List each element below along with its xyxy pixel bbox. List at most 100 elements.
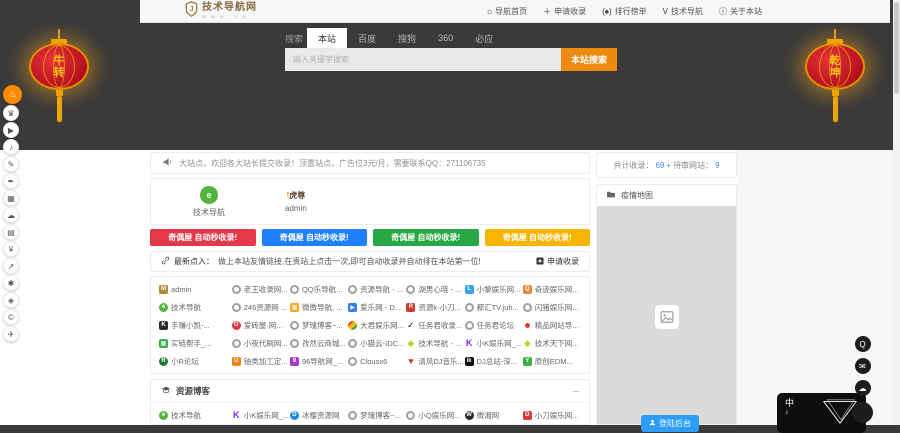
- file-icon[interactable]: ▤: [3, 224, 19, 240]
- site-link[interactable]: 老王收录网...: [232, 281, 290, 298]
- site-link-label: 资源k-小刀...: [418, 302, 461, 313]
- site-link-label: 爱砖屋·网...: [244, 320, 283, 331]
- site-link[interactable]: Y原创EDM...: [523, 353, 581, 370]
- collapse-button[interactable]: ─: [573, 386, 579, 396]
- search-button[interactable]: 本站搜索: [561, 48, 617, 71]
- promo-banner-4[interactable]: 奇偶屋 自动秒收录!: [485, 229, 591, 246]
- site-link[interactable]: ▦实链帮手_...: [159, 335, 232, 352]
- site-favicon: O: [232, 321, 241, 330]
- nav-tech[interactable]: V技术导航: [663, 6, 703, 17]
- hat-icon[interactable]: ♛: [3, 105, 19, 121]
- blank-circle-button[interactable]: [852, 402, 873, 423]
- featured-site-label: 技术导航: [193, 207, 225, 218]
- site-link[interactable]: ♥清风DJ音乐...: [406, 353, 464, 370]
- site-link[interactable]: 都汇TV.juh...: [465, 299, 523, 316]
- map-image-area: [597, 206, 736, 425]
- brush-icon[interactable]: ✎: [3, 156, 19, 172]
- left-floating-toolbar: ♨♛▶♪✎✒▦☁▤¥↗✱◈©✈: [3, 85, 25, 342]
- site-link[interactable]: 996导航网_...: [290, 353, 348, 370]
- site-link[interactable]: ◆技术导航 - ...: [406, 335, 464, 352]
- cloud-icon[interactable]: ☁: [3, 207, 19, 223]
- chart-icon[interactable]: ↗: [3, 258, 19, 274]
- search-tab-必应[interactable]: 必应: [464, 28, 504, 48]
- plane-icon[interactable]: ✈: [3, 326, 19, 342]
- site-link[interactable]: R资源k-小刀...: [406, 299, 464, 316]
- nav-about[interactable]: ⓘ关于本站: [719, 6, 762, 17]
- qq-icon[interactable]: Q: [855, 336, 871, 352]
- gear-icon[interactable]: ✱: [3, 275, 19, 291]
- search-tab-百度[interactable]: 百度: [347, 28, 387, 48]
- site-favicon: ▶: [348, 303, 357, 312]
- site-link[interactable]: ▦微微导航, ...: [290, 299, 348, 316]
- promo-banner-3[interactable]: 奇偶屋 自动秒收录!: [373, 229, 479, 246]
- site-link[interactable]: ikDJ总站-深...: [465, 353, 523, 370]
- nav-home[interactable]: ⌂导航首页: [487, 6, 527, 17]
- hot-icon[interactable]: ♨: [3, 85, 22, 104]
- right-lantern: 乾 坤: [800, 29, 870, 122]
- apps-icon[interactable]: ▦: [3, 190, 19, 206]
- site-link[interactable]: D冰樱资源网: [290, 407, 348, 424]
- yen-icon[interactable]: ¥: [3, 241, 19, 257]
- search-module: 搜索 本站百度搜狗360必应 本站搜索: [285, 28, 617, 71]
- site-link[interactable]: R小R论坛: [159, 353, 232, 370]
- site-link[interactable]: Madmin: [159, 281, 232, 298]
- scrollbar-thumb[interactable]: [894, 2, 899, 94]
- site-link[interactable]: ▶爱乐网 - D...: [348, 299, 406, 316]
- search-tab-360[interactable]: 360: [427, 28, 464, 48]
- nav-tech-icon: V: [663, 7, 668, 16]
- featured-site[interactable]: e 技术导航: [193, 186, 225, 218]
- site-logo[interactable]: J 技术导航网 W W W . C N: [185, 1, 257, 22]
- copyright-icon[interactable]: ©: [3, 309, 19, 325]
- site-link[interactable]: D小刀娱乐网...: [523, 407, 581, 424]
- site-link[interactable]: U铀类加工定...: [232, 353, 290, 370]
- site-link[interactable]: 小Q娱乐网...: [406, 407, 464, 424]
- search-tab-搜狗[interactable]: 搜狗: [387, 28, 427, 48]
- nav-apply[interactable]: ＋申请收录: [543, 6, 586, 17]
- site-link[interactable]: K手赚小凯-...: [159, 317, 232, 334]
- site-link[interactable]: QQ乐导航...: [290, 281, 348, 298]
- site-link[interactable]: K小K娱乐网_...: [232, 407, 290, 424]
- site-link[interactable]: 梦瑰博客~...: [290, 317, 348, 334]
- promo-banner-2[interactable]: 奇偶屋 自动秒收录!: [262, 229, 368, 246]
- site-link[interactable]: ◆技术天下网...: [523, 335, 581, 352]
- site-link[interactable]: 小夜代刷网...: [232, 335, 290, 352]
- site-link[interactable]: W微湘网: [465, 407, 523, 424]
- cloud-chat-icon[interactable]: ☁: [855, 380, 871, 396]
- site-favicon: U: [232, 357, 241, 366]
- site-favicon: K: [159, 321, 168, 330]
- site-link[interactable]: Clousx6: [348, 353, 406, 370]
- apply-inclusion-link[interactable]: 申请收录: [536, 256, 579, 267]
- site-link[interactable]: L小黎娱乐网...: [465, 281, 523, 298]
- featured-site[interactable]: !虎尊 admin: [285, 191, 307, 213]
- pen-icon[interactable]: ✒: [3, 173, 19, 189]
- site-link[interactable]: 大君娱乐网...: [348, 317, 406, 334]
- video-icon[interactable]: ▶: [3, 122, 19, 138]
- page-scrollbar[interactable]: [893, 0, 900, 425]
- site-link[interactable]: Q奇迹娱乐网...: [523, 281, 581, 298]
- site-favicon: [232, 303, 241, 312]
- site-link[interactable]: e技术导航: [159, 407, 232, 424]
- mail-icon[interactable]: ✉: [855, 358, 871, 374]
- site-link[interactable]: ✓任务君收录...: [406, 317, 464, 334]
- site-favicon: 9: [290, 357, 299, 366]
- site-link[interactable]: 小猫云-IDC...: [348, 335, 406, 352]
- nav-rank[interactable]: (♠)排行榜单: [602, 6, 647, 17]
- site-link[interactable]: 精品网站导...: [523, 317, 581, 334]
- site-link[interactable]: 湖男心晓 - ...: [406, 281, 464, 298]
- site-link[interactable]: 资源导航 - ...: [348, 281, 406, 298]
- music-icon[interactable]: ♪: [3, 139, 19, 155]
- site-link[interactable]: 闪猪娱乐网...: [523, 299, 581, 316]
- site-link[interactable]: 246资源网 ...: [232, 299, 290, 316]
- site-link[interactable]: e技术导航: [159, 299, 232, 316]
- admin-login-button[interactable]: 登陆后台: [641, 415, 699, 432]
- site-link[interactable]: 任务君论坛·: [465, 317, 523, 334]
- site-link[interactable]: 梦瑰博客~...: [348, 407, 406, 424]
- site-favicon: [525, 323, 530, 328]
- site-link[interactable]: O爱砖屋·网...: [232, 317, 290, 334]
- gem-icon[interactable]: ◈: [3, 292, 19, 308]
- site-link[interactable]: 孜然云商城...: [290, 335, 348, 352]
- search-tab-本站[interactable]: 本站: [307, 28, 347, 48]
- search-input[interactable]: [285, 48, 561, 71]
- promo-banner-1[interactable]: 奇偶屋 自动秒收录!: [150, 229, 256, 246]
- site-link[interactable]: K小K娱乐网_...: [465, 335, 523, 352]
